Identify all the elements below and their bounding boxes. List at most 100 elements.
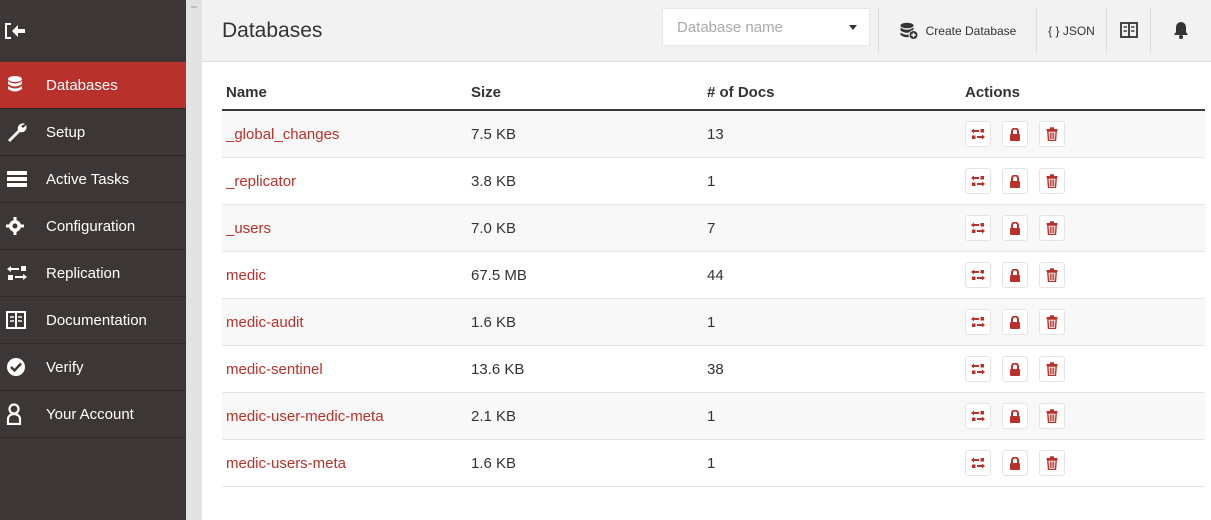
delete-button[interactable] (1039, 309, 1065, 335)
delete-button[interactable] (1039, 168, 1065, 194)
row-actions (965, 356, 1205, 382)
database-doc-count: 1 (707, 407, 716, 425)
delete-button[interactable] (1039, 262, 1065, 288)
tasks-icon (0, 156, 46, 203)
database-name-link[interactable]: medic-users-meta (222, 455, 471, 472)
row-actions (965, 121, 1205, 147)
sidebar-item-active-tasks[interactable]: Active Tasks (0, 156, 186, 203)
sidebar-item-replication[interactable]: Replication (0, 250, 186, 297)
trash-icon (1046, 409, 1058, 423)
notifications-button[interactable] (1150, 8, 1211, 54)
database-name-link[interactable]: medic-user-medic-meta (222, 408, 471, 425)
sidebar-item-databases[interactable]: Databases (0, 62, 186, 109)
replicate-button[interactable] (965, 450, 991, 476)
sidebar-resize-gutter[interactable] (186, 0, 202, 520)
database-name-link[interactable]: medic-sentinel (222, 361, 471, 378)
replication-icon (971, 316, 985, 328)
replicate-button[interactable] (965, 168, 991, 194)
replication-icon (971, 269, 985, 281)
replication-icon (971, 175, 985, 187)
row-actions (965, 403, 1205, 429)
column-header-name[interactable]: Name (222, 84, 471, 101)
database-name-select[interactable] (662, 8, 870, 46)
column-header-size[interactable]: Size (471, 84, 707, 101)
table-row: medic-users-meta 1.6 KB 1 (222, 440, 1205, 487)
table-row: medic-sentinel 13.6 KB 38 (222, 346, 1205, 393)
table-row: medic-user-medic-meta 2.1 KB 1 (222, 393, 1205, 440)
sidebar-item-configuration[interactable]: Configuration (0, 203, 186, 250)
chevron-down-icon[interactable] (849, 25, 857, 30)
database-name-link[interactable]: _global_changes (222, 126, 471, 143)
database-doc-count: 38 (707, 360, 724, 378)
database-name-link[interactable]: _replicator (222, 173, 471, 190)
delete-button[interactable] (1039, 450, 1065, 476)
replication-icon (971, 222, 985, 234)
sidebar-item-documentation[interactable]: Documentation (0, 297, 186, 344)
json-label: { } JSON (1048, 24, 1095, 38)
database-size: 1.6 KB (471, 313, 517, 331)
create-database-button[interactable]: Create Database (878, 8, 1036, 54)
sidebar-item-label: Databases (46, 76, 118, 94)
permissions-button[interactable] (1002, 121, 1028, 147)
row-actions (965, 450, 1205, 476)
replicate-button[interactable] (965, 215, 991, 241)
database-name-link[interactable]: medic-audit (222, 314, 471, 331)
database-doc-count: 1 (707, 313, 716, 331)
row-actions (965, 168, 1205, 194)
json-button[interactable]: { } JSON (1036, 8, 1106, 54)
table-row: _users 7.0 KB 7 (222, 205, 1205, 252)
replicate-button[interactable] (965, 356, 991, 382)
permissions-button[interactable] (1002, 215, 1028, 241)
delete-button[interactable] (1039, 403, 1065, 429)
database-name-input[interactable] (663, 9, 843, 45)
row-actions (965, 262, 1205, 288)
replicate-button[interactable] (965, 309, 991, 335)
database-size: 1.6 KB (471, 454, 517, 472)
table-row: medic-audit 1.6 KB 1 (222, 299, 1205, 346)
column-header-docs[interactable]: # of Docs (707, 84, 965, 101)
permissions-button[interactable] (1002, 403, 1028, 429)
table-body: _global_changes 7.5 KB 13 _replicator 3.8 KB… (222, 111, 1205, 487)
permissions-button[interactable] (1002, 309, 1028, 335)
database-doc-count: 13 (707, 125, 724, 143)
documentation-button[interactable] (1106, 8, 1150, 54)
table-row: _replicator 3.8 KB 1 (222, 158, 1205, 205)
lock-icon (1009, 268, 1021, 282)
page-title: Databases (222, 19, 323, 42)
permissions-button[interactable] (1002, 450, 1028, 476)
lock-icon (1009, 456, 1021, 470)
replicate-button[interactable] (965, 403, 991, 429)
replication-icon (971, 457, 985, 469)
permissions-button[interactable] (1002, 262, 1028, 288)
database-size: 3.8 KB (471, 172, 517, 190)
collapse-sidebar-icon[interactable] (4, 22, 26, 45)
replicate-button[interactable] (965, 262, 991, 288)
sidebar-item-your-account[interactable]: Your Account (0, 391, 186, 438)
add-database-icon (899, 22, 919, 40)
row-actions (965, 309, 1205, 335)
sidebar-item-label: Setup (46, 123, 86, 141)
database-name-link[interactable]: medic (222, 267, 471, 284)
database-name-link[interactable]: _users (222, 220, 471, 237)
sidebar-item-setup[interactable]: Setup (0, 109, 186, 156)
delete-button[interactable] (1039, 121, 1065, 147)
database-size: 13.6 KB (471, 360, 525, 378)
permissions-button[interactable] (1002, 356, 1028, 382)
bell-icon (1173, 21, 1189, 42)
delete-button[interactable] (1039, 215, 1065, 241)
sidebar-item-label: Active Tasks (46, 170, 130, 188)
sidebar-item-verify[interactable]: Verify (0, 344, 186, 391)
sidebar-item-label: Documentation (46, 311, 147, 329)
gear-icon (0, 203, 46, 250)
sidebar-item-label: Verify (46, 358, 84, 376)
sidebar: Databases Setup Active Tasks Configurati… (0, 0, 186, 520)
replication-icon (971, 128, 985, 140)
delete-button[interactable] (1039, 356, 1065, 382)
permissions-button[interactable] (1002, 168, 1028, 194)
header: Databases Create Database { } JSON (202, 0, 1211, 62)
database-doc-count: 1 (707, 454, 716, 472)
resize-grip (191, 6, 197, 8)
replication-icon (0, 250, 46, 297)
replicate-button[interactable] (965, 121, 991, 147)
sidebar-top (0, 0, 186, 62)
